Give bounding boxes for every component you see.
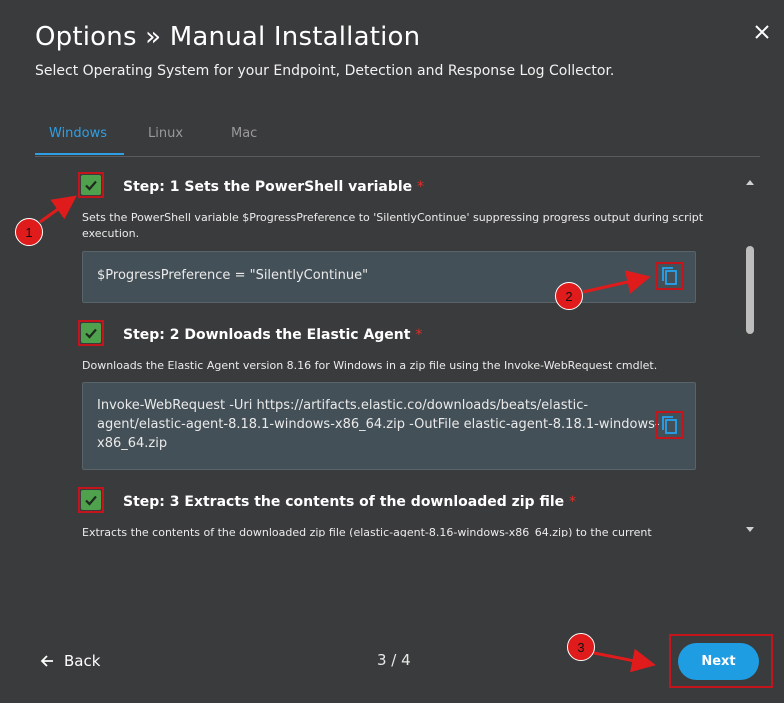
active-tab-indicator (35, 153, 124, 155)
steps-scrollbar[interactable] (744, 178, 756, 536)
back-button[interactable]: Back (40, 650, 100, 672)
step-2-checkbox[interactable] (78, 320, 104, 346)
step-3-title: Step: 3 Extracts the contents of the dow… (123, 494, 576, 510)
step-2-copy-button[interactable] (656, 411, 684, 439)
step-2-title-text: Step: 2 Downloads the Elastic Agent (123, 327, 411, 343)
annotation-marker-2: 2 (555, 282, 583, 310)
back-label: Back (64, 652, 101, 670)
close-button[interactable] (752, 22, 772, 42)
code-line: agent/elastic-agent-8.18.1-windows-x86_6… (97, 417, 660, 432)
arrow-left-icon (40, 655, 53, 667)
step-3-checkbox[interactable] (78, 487, 104, 513)
step-1-code-block[interactable]: $ProgressPreference = "SilentlyContinue" (82, 251, 696, 303)
step-1-code[interactable]: $ProgressPreference = "SilentlyContinue" (97, 266, 368, 285)
step-2-code-block[interactable]: Invoke-WebRequest -Uri https://artifacts… (82, 382, 696, 470)
next-button[interactable]: Next (678, 643, 759, 680)
dialog-subtitle: Select Operating System for your Endpoin… (35, 63, 615, 79)
step-2-description: Downloads the Elastic Agent version 8.16… (82, 359, 658, 372)
step-1-title-text: Step: 1 Sets the PowerShell variable (123, 179, 413, 195)
check-icon (85, 328, 97, 339)
check-icon (85, 495, 97, 506)
step-1-checkbox[interactable] (78, 172, 104, 198)
required-mark: * (415, 327, 423, 343)
copy-icon (662, 416, 677, 434)
dialog-title: Options » Manual Installation (35, 22, 421, 52)
step-1-copy-button[interactable] (656, 262, 684, 290)
step-2-code[interactable]: Invoke-WebRequest -Uri https://artifacts… (97, 396, 660, 453)
steps-scroll-area[interactable]: Step: 1 Sets the PowerShell variable * S… (35, 170, 751, 537)
annotation-marker-3: 3 (567, 633, 595, 661)
step-3-description: Extracts the contents of the downloaded … (82, 526, 652, 537)
page-indicator: 3 / 4 (377, 651, 411, 669)
steps-list: Step: 1 Sets the PowerShell variable * S… (35, 170, 740, 537)
code-line: Invoke-WebRequest -Uri https://artifacts… (97, 398, 589, 413)
scrollbar-thumb[interactable] (746, 246, 754, 334)
step-2-title: Step: 2 Downloads the Elastic Agent * (123, 327, 422, 343)
tab-mac[interactable]: Mac (231, 126, 257, 141)
required-mark: * (417, 179, 425, 195)
check-icon (85, 180, 97, 191)
copy-icon (662, 267, 677, 285)
close-icon (755, 25, 769, 39)
annotation-marker-1: 1 (15, 218, 43, 246)
tab-windows[interactable]: Windows (49, 126, 107, 141)
tab-linux[interactable]: Linux (148, 126, 183, 141)
step-1-title: Step: 1 Sets the PowerShell variable * (123, 179, 424, 195)
scroll-up-arrow-icon[interactable] (746, 180, 754, 185)
step-3-title-text: Step: 3 Extracts the contents of the dow… (123, 494, 565, 510)
step-1-description: Sets the PowerShell variable $ProgressPr… (82, 211, 704, 240)
required-mark: * (569, 494, 576, 510)
code-line: x86_64.zip (97, 436, 168, 451)
scroll-down-arrow-icon[interactable] (746, 527, 754, 532)
os-tabs: Windows Linux Mac (35, 116, 760, 157)
